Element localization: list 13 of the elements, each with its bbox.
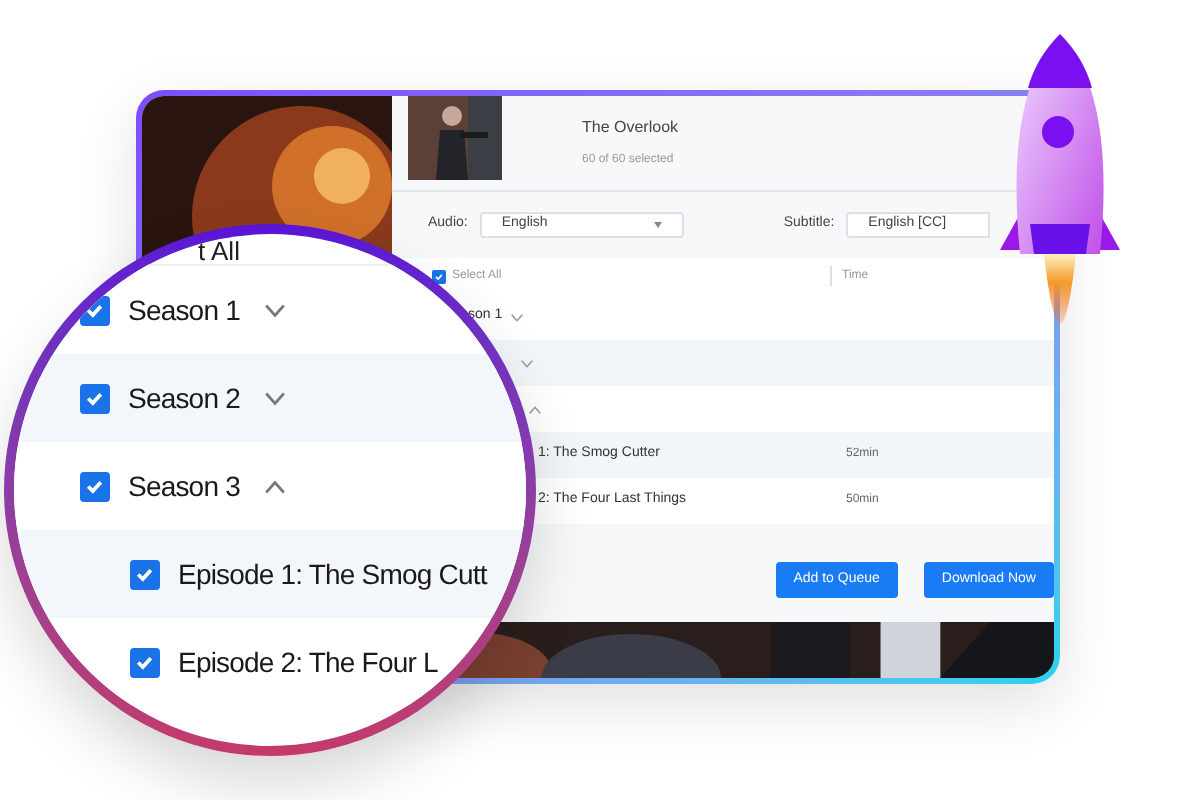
checkmark-icon <box>84 475 106 497</box>
checkmark-icon <box>84 387 106 409</box>
checkbox[interactable] <box>80 295 110 325</box>
caret-icon <box>653 222 662 228</box>
checkmark-icon <box>84 299 106 321</box>
title: The Overlook <box>582 116 679 140</box>
checkbox[interactable] <box>80 471 110 501</box>
chevron-down-icon[interactable] <box>520 359 534 367</box>
chevron-up-icon[interactable] <box>528 405 542 413</box>
checkbox[interactable] <box>80 383 110 413</box>
checkbox[interactable] <box>432 269 446 283</box>
chevron-down-icon[interactable] <box>510 313 525 321</box>
checkmark-icon <box>434 271 444 281</box>
